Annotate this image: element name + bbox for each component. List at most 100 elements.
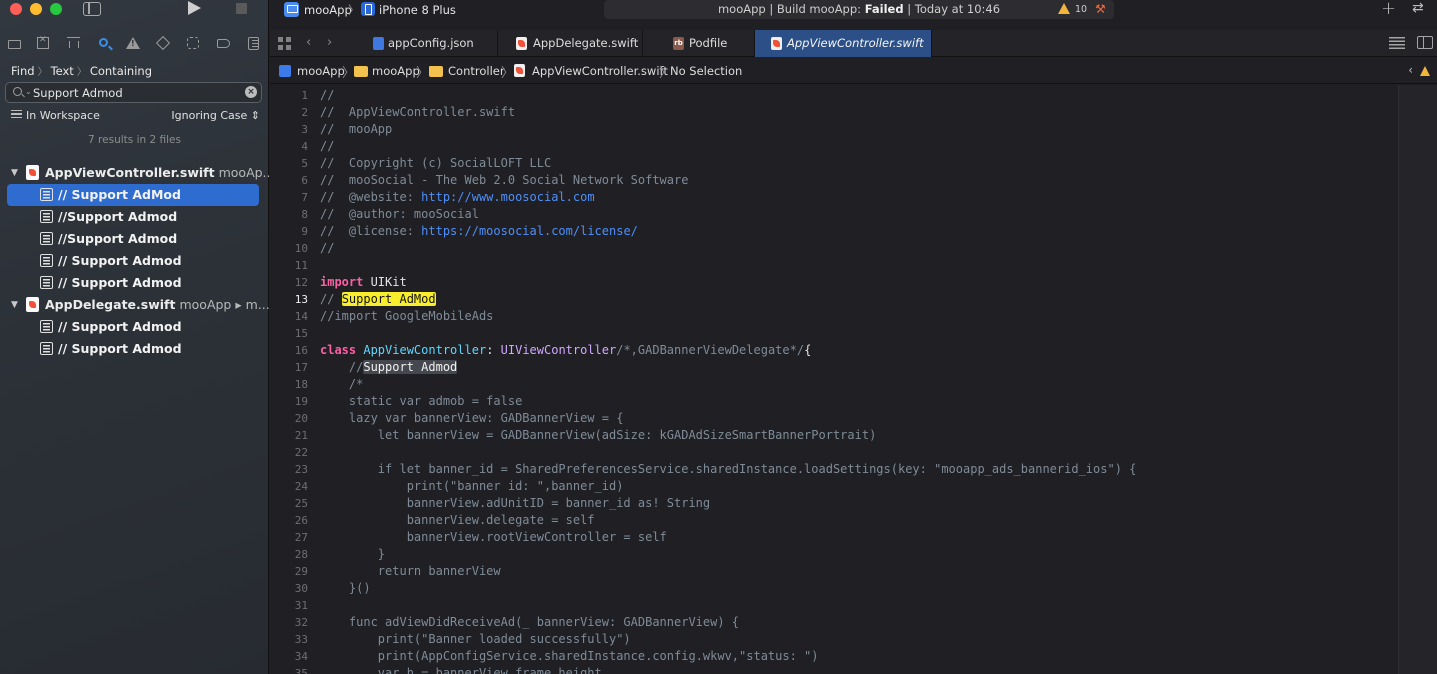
forward-arrow-icon[interactable]: › — [327, 35, 332, 50]
tab-appdelegate-swift[interactable]: AppDelegate.swift — [498, 30, 643, 57]
result-match-row-selected[interactable]: // Support AdMod — [7, 184, 259, 206]
code-line-current: // Support AdMod — [320, 292, 436, 306]
related-items-icon[interactable] — [278, 37, 291, 50]
result-match-row[interactable]: // Support Admod — [0, 316, 269, 338]
jumpbar-item-project[interactable]: mooApp — [297, 64, 345, 78]
result-match-row[interactable]: //Support Admod — [0, 228, 269, 250]
status-prefix: mooApp | Build mooApp: — [717, 2, 862, 16]
jumpbar-item-group[interactable]: mooApp — [372, 64, 420, 78]
find-crumb[interactable]: Containing — [90, 64, 152, 78]
line-number: 22 — [294, 446, 308, 459]
code-link[interactable]: https://moosocial.com/license/ — [421, 224, 638, 238]
chevron-down-icon[interactable]: ⌄ — [25, 87, 32, 96]
status-suffix: | Today at 10:46 — [907, 2, 1001, 16]
sidebar-toggle-icon[interactable] — [83, 2, 101, 16]
chevron-right-icon: 〉 — [501, 66, 515, 81]
clear-search-icon[interactable]: × — [245, 86, 257, 98]
scheme-app-icon[interactable] — [284, 2, 299, 17]
back-arrow-icon[interactable]: ‹ — [306, 35, 311, 50]
code-line: } — [320, 547, 386, 561]
code-review-icon[interactable]: ⇄ — [1412, 0, 1424, 16]
disclosure-chevron-icon[interactable]: ▼ — [11, 162, 18, 184]
tab-appconfig-json[interactable]: appConfig.json — [353, 30, 498, 57]
line-number: 1 — [301, 89, 308, 102]
search-icon[interactable] — [13, 87, 22, 96]
split-editor-icon[interactable] — [1417, 36, 1433, 49]
find-navigator-icon[interactable] — [94, 33, 114, 53]
activity-status-bar[interactable]: mooApp | Build mooApp: Failed | Today at… — [604, 0, 1114, 19]
minimap[interactable] — [1398, 85, 1437, 674]
swift-file-icon — [771, 37, 782, 50]
match-line-icon — [40, 342, 53, 355]
line-number: 32 — [294, 616, 308, 629]
folder-icon — [354, 66, 368, 77]
line-number: 8 — [301, 208, 308, 221]
result-file-row[interactable]: ▼ AppDelegate.swift mooApp ▸ m... — [0, 294, 269, 316]
line-number: 28 — [294, 548, 308, 561]
jumpbar-item-folder[interactable]: Controller — [448, 64, 505, 78]
jumpbar-item-symbol[interactable]: No Selection — [670, 64, 742, 78]
tab-podfile[interactable]: rb Podfile — [643, 30, 755, 57]
line-number: 5 — [301, 157, 308, 170]
issue-navigator-icon[interactable] — [123, 33, 143, 53]
result-match-row[interactable]: // Support Admod — [0, 272, 269, 294]
source-editor[interactable]: 1 2 3 4 5 6 7 8 9 10 11 12 13 14 15 16 17 18 19 20 21 22 23 24 2… — [270, 85, 1397, 674]
run-destination-selector[interactable]: iPhone 8 Plus — [379, 3, 456, 17]
minimize-window-button[interactable] — [30, 3, 42, 15]
project-navigator-icon[interactable] — [4, 33, 24, 53]
case-sensitivity-selector[interactable]: Ignoring Case ⇕ — [171, 109, 260, 122]
warning-icon[interactable] — [1058, 3, 1070, 14]
tab-label: AppDelegate.swift — [533, 36, 639, 50]
find-mode-breadcrumb[interactable]: Find 〉 Text 〉 Containing — [11, 63, 152, 78]
close-window-button[interactable] — [10, 3, 22, 15]
result-match-row[interactable]: // Support Admod — [0, 338, 269, 360]
disclosure-chevron-icon[interactable]: ▼ — [11, 294, 18, 316]
line-number: 13 — [294, 293, 308, 306]
symbol-navigator-icon[interactable] — [63, 33, 83, 53]
warning-count[interactable]: 10 — [1075, 4, 1087, 15]
report-navigator-icon[interactable] — [243, 33, 263, 53]
match-line-icon — [40, 188, 53, 201]
result-match-row[interactable]: // Support Admod — [0, 250, 269, 272]
code-line: static var admob = false — [320, 394, 523, 408]
source-control-navigator-icon[interactable] — [33, 33, 53, 53]
search-match-highlight: Support Admod — [363, 360, 458, 374]
chevron-updown-icon: ⇕ — [250, 109, 260, 122]
editor-options-icon[interactable] — [1389, 37, 1405, 49]
line-number: 11 — [294, 259, 308, 272]
line-number: 10 — [294, 242, 308, 255]
line-number: 6 — [301, 174, 308, 187]
jumpbar-item-file[interactable]: AppViewController.swift — [532, 64, 668, 78]
find-crumb[interactable]: Find — [11, 64, 35, 78]
breakpoint-navigator-icon[interactable] — [213, 33, 233, 53]
scheme-selector[interactable]: mooApp — [304, 3, 352, 17]
line-number: 34 — [294, 650, 308, 663]
code-line: func adViewDidReceiveAd(_ bannerView: GA… — [320, 615, 740, 629]
previous-issue-icon[interactable]: ‹ — [1408, 63, 1413, 77]
find-search-field[interactable]: ⌄ × — [5, 82, 262, 103]
device-icon[interactable] — [361, 2, 375, 16]
warning-icon[interactable] — [1420, 66, 1430, 76]
add-library-button[interactable]: + — [1381, 0, 1396, 19]
search-input[interactable] — [33, 84, 243, 101]
code-line: // @license: https://moosocial.com/licen… — [320, 224, 638, 238]
zoom-window-button[interactable] — [50, 3, 62, 15]
result-match-row[interactable]: //Support Admod — [0, 206, 269, 228]
stop-button[interactable] — [236, 3, 247, 14]
navigator-pane: Find〉Text〉Containing ⌄ × In Workspace Ig… — [0, 0, 269, 674]
match-line-icon — [40, 320, 53, 333]
search-scope-selector[interactable]: In Workspace — [11, 109, 100, 122]
code-link[interactable]: http://www.moosocial.com — [421, 190, 594, 204]
code-line: lazy var bannerView: GADBannerView = { — [320, 411, 624, 425]
build-hammer-icon[interactable]: ⚒ — [1095, 2, 1106, 16]
result-file-row[interactable]: ▼ AppViewController.swift mooAp... — [0, 162, 269, 184]
code-line: bannerView.delegate = self — [320, 513, 595, 527]
code-line: // Copyright (c) SocialLOFT LLC — [320, 156, 552, 170]
folder-icon — [429, 66, 443, 77]
line-number: 17 — [294, 361, 308, 374]
test-navigator-icon[interactable] — [153, 33, 173, 53]
run-button[interactable] — [188, 1, 201, 15]
find-crumb[interactable]: Text — [51, 64, 74, 78]
debug-navigator-icon[interactable] — [183, 33, 203, 53]
tab-appviewcontroller-swift[interactable]: AppViewController.swift — [755, 30, 932, 57]
